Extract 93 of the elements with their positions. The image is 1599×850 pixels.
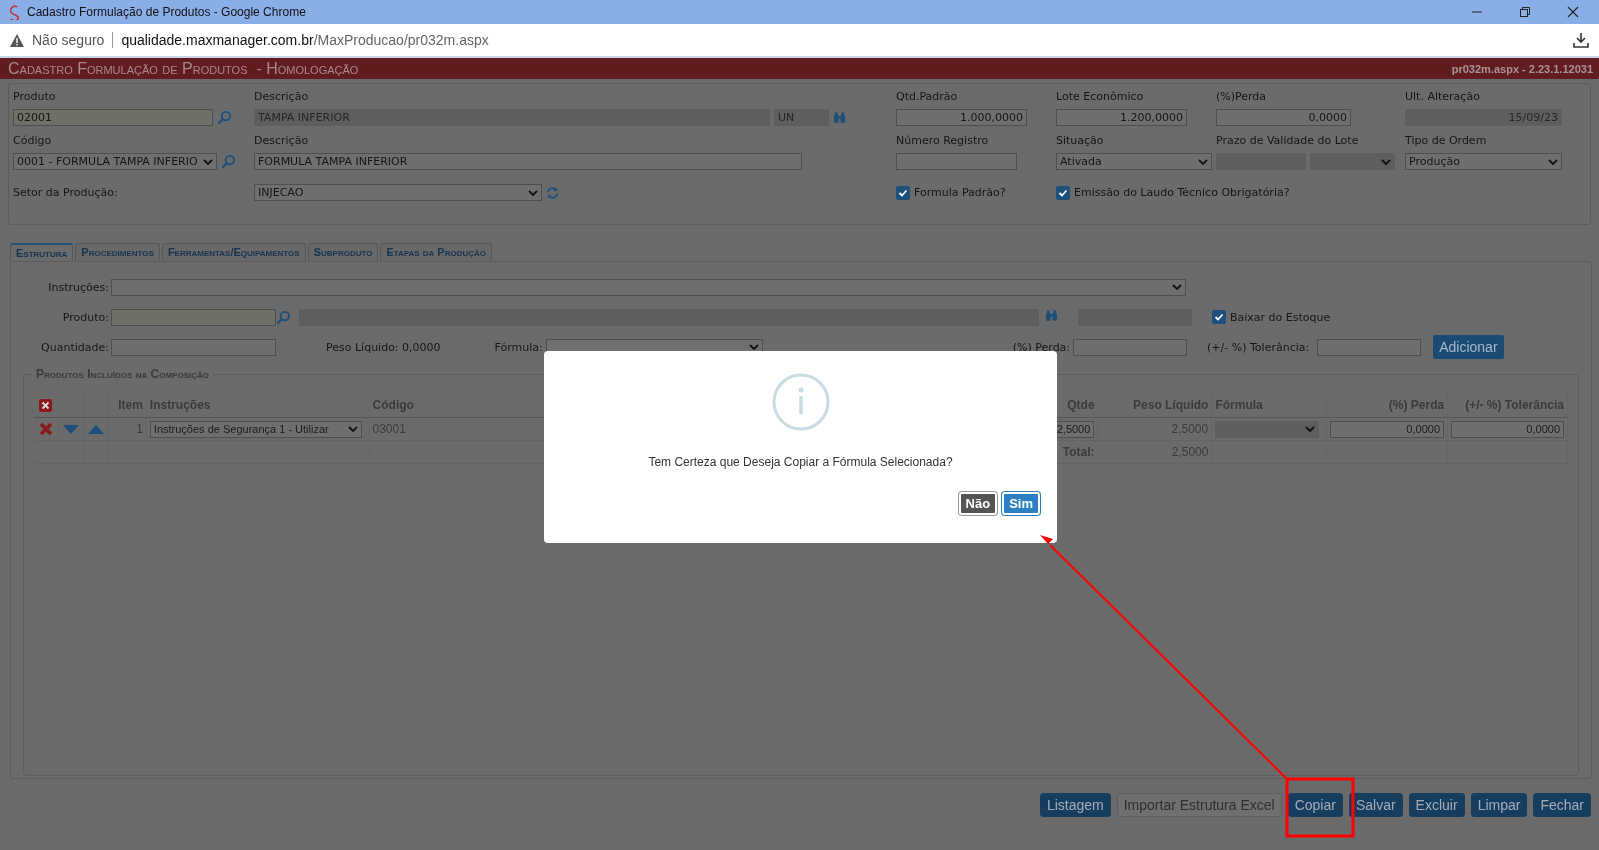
security-label[interactable]: Não seguro xyxy=(32,32,105,48)
action-button[interactable]: Salvar xyxy=(1348,793,1403,817)
field-label: Descrição xyxy=(254,134,310,147)
loss-field[interactable] xyxy=(1073,338,1188,356)
dialog-message: Tem Certeza que Deseja Copiar a Fórmula Selecionada? xyxy=(648,455,953,469)
loss-field[interactable]: 0,0000 xyxy=(1216,109,1351,126)
restore-icon[interactable] xyxy=(1519,6,1531,18)
field-label: Descrição xyxy=(254,90,310,103)
app-logo-icon xyxy=(8,4,21,20)
binoculars-icon[interactable] xyxy=(833,111,846,124)
dialog-button[interactable]: Sim xyxy=(1002,492,1040,515)
tab[interactable]: Procedimentos xyxy=(75,243,160,261)
field-label: Lote Econômico xyxy=(1056,90,1145,103)
caret-icon xyxy=(203,158,213,165)
address-url[interactable]: qualidade.maxmanager.com.br/MaxProducao/pr032m.aspx xyxy=(121,32,489,48)
info-icon xyxy=(771,373,830,431)
field-label: Instruções: xyxy=(47,280,110,294)
tab[interactable]: Subproduto xyxy=(307,243,379,261)
field-label: Tipo de Ordem xyxy=(1405,134,1488,147)
field-label: Ult. Alteração xyxy=(1405,90,1481,103)
caret-icon xyxy=(1548,158,1558,165)
tolerance-field[interactable] xyxy=(1317,338,1422,356)
status-select[interactable]: Ativada xyxy=(1056,153,1212,170)
field-label: Número Registro xyxy=(896,134,990,147)
caret-icon xyxy=(347,426,358,432)
warning-icon[interactable] xyxy=(10,33,24,47)
field-label: Prazo de Validade do Lote xyxy=(1216,134,1360,147)
version-label: pr032m.aspx - 2.23.1.12031 xyxy=(1451,62,1593,75)
caret-icon xyxy=(1381,158,1391,165)
instructions-select[interactable]: Instruções de Segurança 1 - Utilizar xyxy=(149,420,362,438)
page-title: Cadastro Formulação de Produtos - Homologação xyxy=(8,59,359,78)
action-button[interactable]: Copiar xyxy=(1287,793,1343,817)
delete-icon[interactable] xyxy=(39,422,53,436)
search-icon[interactable] xyxy=(276,309,291,325)
field-label: Produto: xyxy=(61,310,110,324)
field-label: Qtd.Padrão xyxy=(896,90,959,103)
field-label: (%) Perda: xyxy=(1012,340,1071,354)
tab[interactable]: Ferramentas/Equipamentos xyxy=(161,243,306,261)
field-label: Quantidade: xyxy=(40,340,110,354)
search-icon[interactable] xyxy=(217,110,232,125)
action-button[interactable]: Limpar xyxy=(1470,793,1528,817)
product-field[interactable] xyxy=(111,308,276,326)
field-label: Fórmula: xyxy=(494,340,543,354)
checkbox-label: Emissão do Laudo Técnico Obrigatória? xyxy=(1074,186,1290,199)
field-label: Código xyxy=(13,134,53,147)
check-icon xyxy=(1214,312,1224,322)
instructions-select[interactable] xyxy=(111,278,1186,296)
loss-field[interactable]: 0,0000 xyxy=(1330,420,1444,438)
move-down-icon[interactable] xyxy=(62,424,79,434)
product-code-field[interactable]: 02001 xyxy=(13,109,213,126)
caret-icon xyxy=(528,189,538,196)
dialog-button[interactable]: Não xyxy=(958,492,998,515)
caret-icon xyxy=(748,344,759,350)
highlight-box xyxy=(1285,777,1355,838)
checkbox[interactable] xyxy=(1056,185,1070,200)
registration-field[interactable] xyxy=(896,153,1017,170)
field-label: Produto xyxy=(13,90,57,103)
window-title: Cadastro Formulação de Produtos - Google Chrome xyxy=(27,5,306,19)
download-icon[interactable] xyxy=(1573,32,1589,48)
quantity-field[interactable] xyxy=(111,338,276,356)
tolerance-field[interactable]: 0,0000 xyxy=(1451,420,1564,438)
check-icon xyxy=(1058,187,1068,198)
binoculars-icon[interactable] xyxy=(1045,309,1058,322)
field-label: (+/- %) Tolerância: xyxy=(1207,340,1310,354)
lot-field[interactable]: 1.200,0000 xyxy=(1056,109,1187,126)
checkbox[interactable] xyxy=(1212,310,1226,324)
caret-icon xyxy=(1172,284,1182,290)
search-icon[interactable] xyxy=(221,154,236,169)
field-label: Setor da Produção: xyxy=(13,186,119,199)
field-label: Situação xyxy=(1056,134,1105,147)
move-up-icon[interactable] xyxy=(87,424,104,434)
close-icon[interactable] xyxy=(1567,6,1579,18)
net-weight-label: Peso Líquido: 0,0000 xyxy=(326,340,441,354)
sector-select[interactable]: INJECAO xyxy=(254,184,542,201)
action-button[interactable]: Fechar xyxy=(1533,793,1591,817)
checkbox[interactable] xyxy=(896,185,910,200)
caret-icon xyxy=(1305,426,1316,432)
caret-icon xyxy=(1198,158,1208,165)
refresh-icon[interactable] xyxy=(546,185,559,200)
tab[interactable]: Estrutura xyxy=(10,243,74,261)
action-button[interactable]: Excluir xyxy=(1408,793,1465,817)
field-label: (%)Perda xyxy=(1216,90,1268,103)
tab[interactable]: Etapas da Produção xyxy=(380,243,493,261)
check-icon xyxy=(898,187,908,198)
action-button[interactable]: Listagem xyxy=(1039,793,1111,817)
add-button[interactable]: Adicionar xyxy=(1433,335,1504,359)
formula-description-field[interactable]: FORMULA TAMPA INFERIOR xyxy=(254,153,802,170)
quantity-field[interactable]: 1.000,0000 xyxy=(896,109,1027,126)
checkbox-label: Baixar do Estoque xyxy=(1230,310,1331,324)
order-type-select[interactable]: Produção xyxy=(1405,153,1562,170)
delete-all-icon[interactable] xyxy=(39,398,53,412)
formula-select[interactable]: 0001 - FORMULA TAMPA INFERIO xyxy=(13,153,217,170)
checkbox-label: Formula Padrão? xyxy=(914,186,1006,199)
